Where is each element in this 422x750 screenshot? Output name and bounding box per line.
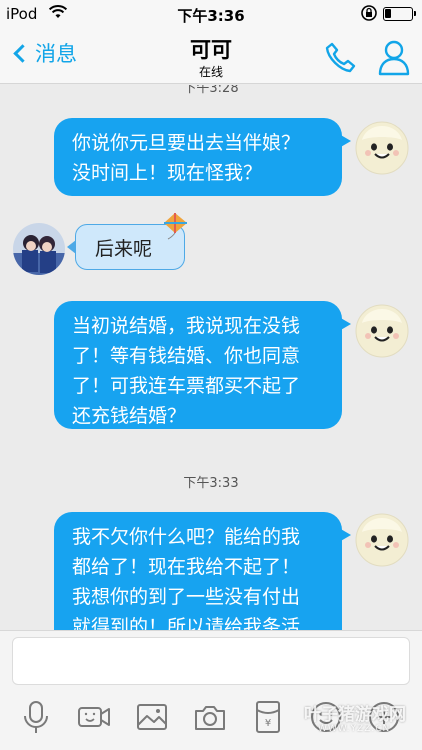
message-line: 了！可我连车票都买不起了 (72, 375, 301, 397)
contact-profile-icon[interactable] (377, 38, 411, 76)
red-packet-icon[interactable]: ¥ (250, 699, 286, 735)
message-line: 就得到的！所以请给我条活 (72, 616, 301, 630)
message-line: 你说你元旦要出去当伴娘？ (72, 132, 301, 154)
battery-icon (383, 7, 416, 21)
online-status: 在线 (198, 65, 223, 79)
my-avatar[interactable] (354, 512, 410, 568)
message-line: 后来呢 (95, 238, 153, 260)
kite-icon (164, 213, 187, 240)
my-avatar[interactable] (354, 303, 410, 359)
message-bubble-sent[interactable]: 你说你元旦要出去当伴娘？ 没时间上！现在怪我？ (54, 118, 351, 196)
contact-name: 可可 (190, 38, 232, 62)
message-line: 了！等有钱结婚、你也同意 (72, 345, 301, 367)
message-bubble-sent[interactable]: 我不欠你什么吧？能给的我 都给了！现在我给不起了！ 我想你的到了一些没有付出 就… (54, 512, 351, 630)
camera-icon[interactable] (192, 699, 228, 735)
watermark-logo: 叶子猪游戏网 (304, 705, 406, 725)
message-line: 我不欠你什么吧？能给的我 (72, 526, 301, 548)
contact-avatar[interactable] (13, 223, 65, 275)
svg-text:¥: ¥ (265, 718, 271, 729)
status-bar: iPod 下午3:36 (0, 0, 422, 28)
message-line: 还充钱结婚？ (72, 405, 187, 427)
status-time: 下午3:36 (177, 7, 245, 25)
video-icon[interactable] (76, 699, 112, 735)
chat-messages[interactable]: 下午3:28 你说你元旦要出去当伴娘？ 没时间上！现在怪我？ 后来呢 当初说结婚… (0, 85, 422, 630)
message-line: 都给了！现在我给不起了！ (72, 556, 301, 578)
message-input[interactable] (12, 637, 410, 685)
timestamp: 下午3:28 (183, 85, 239, 96)
phone-icon[interactable] (323, 40, 357, 74)
message-line: 当初说结婚，我说现在没钱 (72, 315, 301, 337)
message-line: 没时间上！现在怪我？ (72, 162, 263, 184)
chat-header: 消息 可可 在线 (0, 28, 422, 84)
avatar-photo (13, 223, 65, 275)
rotation-lock-icon (361, 5, 377, 21)
timestamp: 下午3:33 (183, 476, 239, 491)
image-icon[interactable] (134, 699, 170, 735)
my-avatar[interactable] (354, 120, 410, 176)
message-line: 我想你的到了一些没有付出 (72, 586, 301, 608)
watermark-url: WWW.YZZ.CN (318, 724, 391, 734)
message-bubble-sent[interactable]: 当初说结婚，我说现在没钱 了！等有钱结婚、你也同意 了！可我连车票都买不起了 还… (54, 301, 351, 429)
microphone-icon[interactable] (18, 699, 54, 735)
